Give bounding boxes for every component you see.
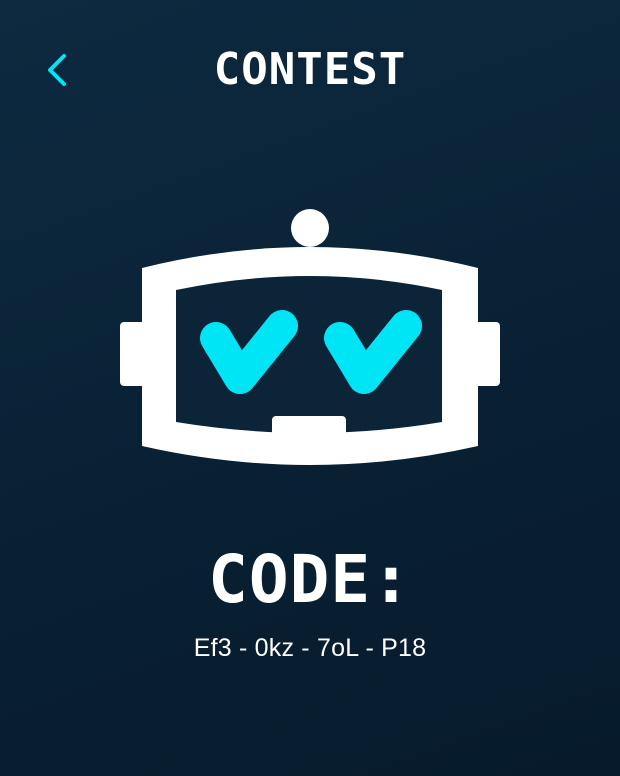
robot-head-icon: [120, 209, 500, 465]
code-label: CODE:: [208, 541, 412, 618]
robot-antenna: [291, 209, 329, 247]
code-value: Ef3 - 0kz - 7oL - P18: [193, 634, 427, 662]
page-title: CONTEST: [213, 44, 407, 95]
robot-mouth: [272, 416, 346, 442]
